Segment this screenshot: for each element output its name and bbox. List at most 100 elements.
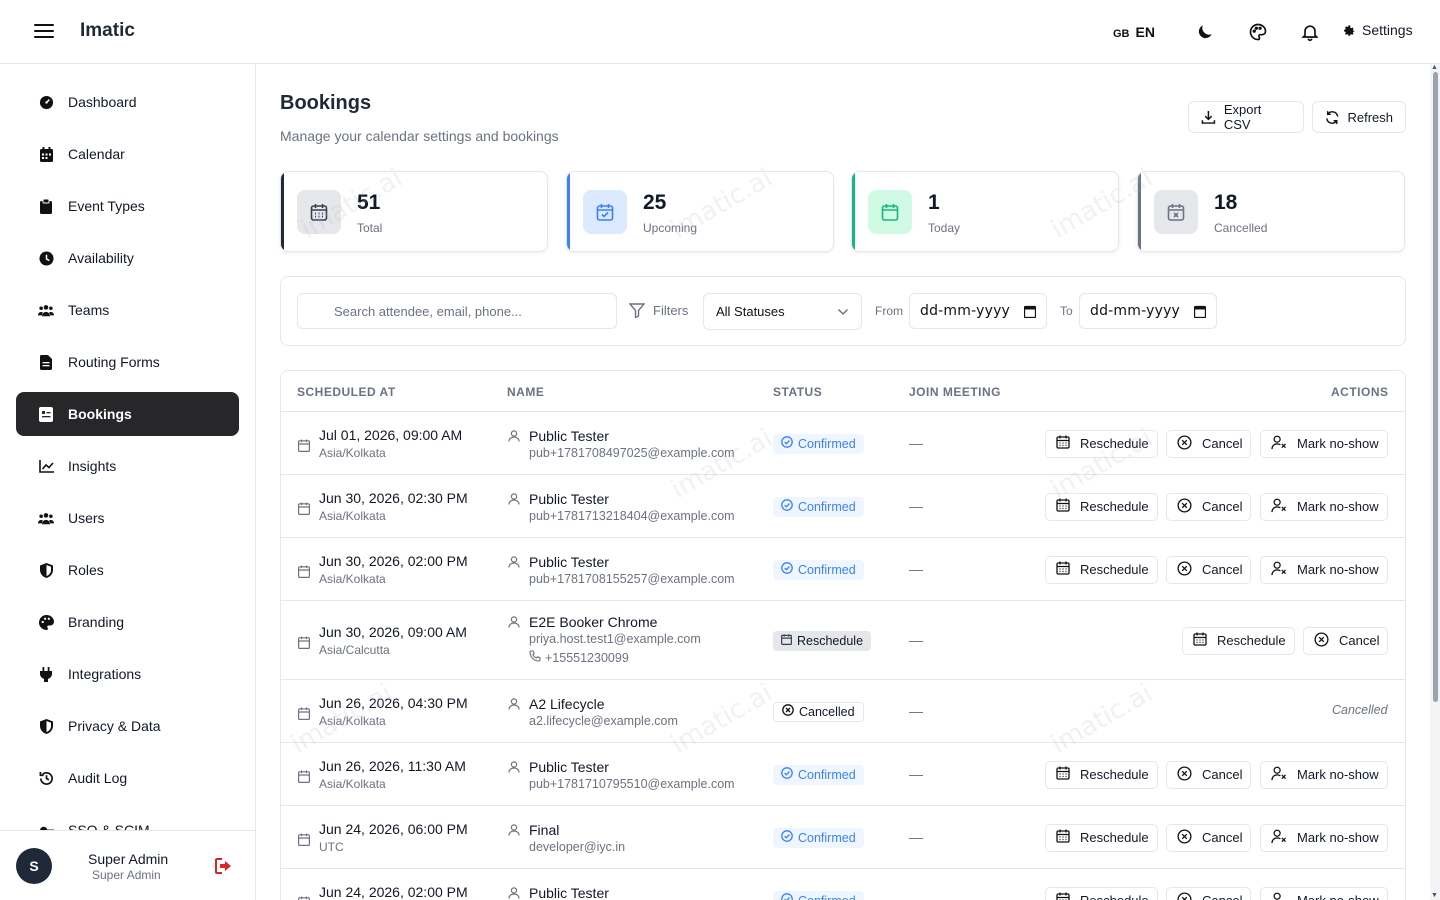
moon-icon[interactable]	[1195, 22, 1215, 42]
sidebar-item-calendar[interactable]: Calendar	[16, 132, 239, 176]
attendee-email: pub+1781708155257@example.com	[529, 571, 735, 586]
cancel-button[interactable]: Cancel	[1166, 760, 1252, 789]
sidebar-item-roles[interactable]: Roles	[16, 548, 239, 592]
status-text: Confirmed	[798, 767, 856, 782]
from-date-value: dd-mm-yyyy	[920, 303, 1011, 319]
bell-icon[interactable]	[1300, 22, 1320, 42]
cancel-button[interactable]: Cancel	[1166, 823, 1252, 852]
palette-icon[interactable]	[1248, 22, 1268, 42]
shield-icon	[38, 718, 54, 734]
reschedule-button[interactable]: Reschedule	[1182, 626, 1295, 655]
status-text: Confirmed	[798, 499, 856, 514]
reschedule-button[interactable]: Reschedule	[1045, 492, 1158, 521]
attendee-name: Final	[529, 821, 560, 838]
sidebar-item-audit-log[interactable]: Audit Log	[16, 756, 239, 800]
column-header-name: NAME	[507, 385, 545, 399]
search-input[interactable]	[297, 293, 617, 329]
mark-no-show-button[interactable]: Mark no-show	[1260, 823, 1388, 852]
sidebar-item-users[interactable]: Users	[16, 496, 239, 540]
attendee-name: Public Tester	[529, 427, 609, 444]
x-circle-icon	[1314, 631, 1329, 650]
to-date-input[interactable]: dd-mm-yyyy	[1079, 293, 1217, 329]
attendee-phone-number: +15551230099	[545, 650, 629, 665]
join-meeting-empty: —	[909, 497, 923, 514]
sidebar-item-bookings[interactable]: Bookings	[16, 392, 239, 436]
export-csv-button[interactable]: Export CSV	[1188, 101, 1304, 133]
attendee-name: A2 Lifecycle	[529, 695, 605, 712]
sidebar-item-label: Availability	[68, 250, 134, 266]
attendee-email: developer@iyc.in	[529, 839, 626, 854]
mark-no-show-button[interactable]: Mark no-show	[1260, 429, 1388, 458]
download-icon	[1201, 110, 1216, 124]
table-row: Jun 30, 2026, 09:00 AM Asia/Calcutta E2E B…	[281, 601, 1405, 680]
mark-no-show-button[interactable]: Mark no-show	[1260, 760, 1388, 789]
reschedule-button[interactable]: Reschedule	[1045, 429, 1158, 458]
attendee-name: E2E Booker Chrome	[529, 614, 658, 630]
cancel-button[interactable]: Cancel	[1166, 492, 1252, 521]
sidebar-item-teams[interactable]: Teams	[16, 288, 239, 332]
reschedule-button[interactable]: Reschedule	[1045, 760, 1158, 789]
reschedule-button[interactable]: Reschedule	[1045, 555, 1158, 584]
refresh-icon	[1326, 110, 1339, 124]
mark-no-show-label: Mark no-show	[1297, 767, 1379, 782]
stat-card-upcoming: 25 Upcoming	[566, 171, 834, 252]
scheduled-date: Jun 30, 2026, 02:00 PM	[319, 552, 468, 569]
stat-value: 1	[928, 191, 940, 214]
app-brand[interactable]: Imatic	[80, 20, 135, 42]
sidebar-item-branding[interactable]: Branding	[16, 600, 239, 644]
cancel-button[interactable]: Cancel	[1166, 429, 1252, 458]
sidebar-item-routing-forms[interactable]: Routing Forms	[16, 340, 239, 384]
x-circle-icon	[1177, 891, 1192, 900]
cancel-button[interactable]: Cancel	[1303, 626, 1389, 655]
attendee-phone: +15551230099	[529, 650, 629, 665]
status-select-value: All Statuses	[716, 304, 785, 319]
refresh-button[interactable]: Refresh	[1312, 101, 1406, 133]
attendee-email: a2.lifecycle@example.com	[529, 713, 678, 728]
mark-no-show-label: Mark no-show	[1297, 562, 1379, 577]
sidebar-item-dashboard[interactable]: Dashboard	[16, 80, 239, 124]
language-selector[interactable]: GB EN	[1113, 24, 1155, 40]
sidebar-item-integrations[interactable]: Integrations	[16, 652, 239, 696]
cancel-button[interactable]: Cancel	[1166, 555, 1252, 584]
filters-label: Filters	[653, 303, 689, 318]
status-select[interactable]: All Statuses	[703, 293, 862, 330]
scroll-up-arrow[interactable]: ▲	[1431, 64, 1438, 71]
user-x-icon	[1271, 498, 1287, 516]
calendar-icon	[38, 146, 54, 162]
avatar[interactable]: S	[16, 848, 52, 884]
settings-button[interactable]: Settings	[1342, 22, 1413, 38]
reschedule-button[interactable]: Reschedule	[1045, 823, 1158, 852]
join-meeting-empty: —	[909, 434, 923, 451]
scheduled-timezone: Asia/Calcutta	[319, 642, 390, 657]
from-date-input[interactable]: dd-mm-yyyy	[909, 293, 1047, 329]
status-badge: Confirmed	[773, 496, 864, 517]
reschedule-button[interactable]: Reschedule	[1045, 886, 1158, 900]
sidebar-item-availability[interactable]: Availability	[16, 236, 239, 280]
column-header-status: STATUS	[773, 385, 823, 399]
mark-no-show-button[interactable]: Mark no-show	[1260, 555, 1388, 584]
mark-no-show-button[interactable]: Mark no-show	[1260, 492, 1388, 521]
scrollbar[interactable]: ▲ ▼	[1430, 64, 1440, 900]
sidebar-item-insights[interactable]: Insights	[16, 444, 239, 488]
status-badge: Reschedule	[773, 630, 872, 651]
status-badge: Confirmed	[773, 433, 864, 454]
sidebar-item-event-types[interactable]: Event Types	[16, 184, 239, 228]
scrollbar-thumb[interactable]	[1433, 72, 1438, 702]
filters-toggle[interactable]: Filters	[629, 303, 688, 318]
scroll-down-arrow[interactable]: ▼	[1431, 892, 1438, 899]
logout-icon[interactable]	[215, 858, 233, 874]
sidebar-item-privacy-data[interactable]: Privacy & Data	[16, 704, 239, 748]
menu-icon[interactable]	[34, 24, 54, 40]
scheduled-timezone: Asia/Kolkata	[319, 571, 386, 586]
attendee-email: pub+1781708497025@example.com	[529, 445, 735, 460]
user-x-icon	[1271, 766, 1287, 784]
cancel-button[interactable]: Cancel	[1166, 886, 1252, 900]
person-icon	[508, 555, 520, 568]
scheduled-timezone: Asia/Kolkata	[319, 445, 386, 460]
mark-no-show-button[interactable]: Mark no-show	[1260, 886, 1388, 900]
calendar-icon	[1056, 892, 1070, 900]
column-header-join: JOIN MEETING	[909, 385, 1002, 399]
sidebar-item-label: Privacy & Data	[68, 718, 161, 734]
sidebar-item-label: Integrations	[68, 666, 142, 682]
person-icon	[508, 886, 520, 899]
